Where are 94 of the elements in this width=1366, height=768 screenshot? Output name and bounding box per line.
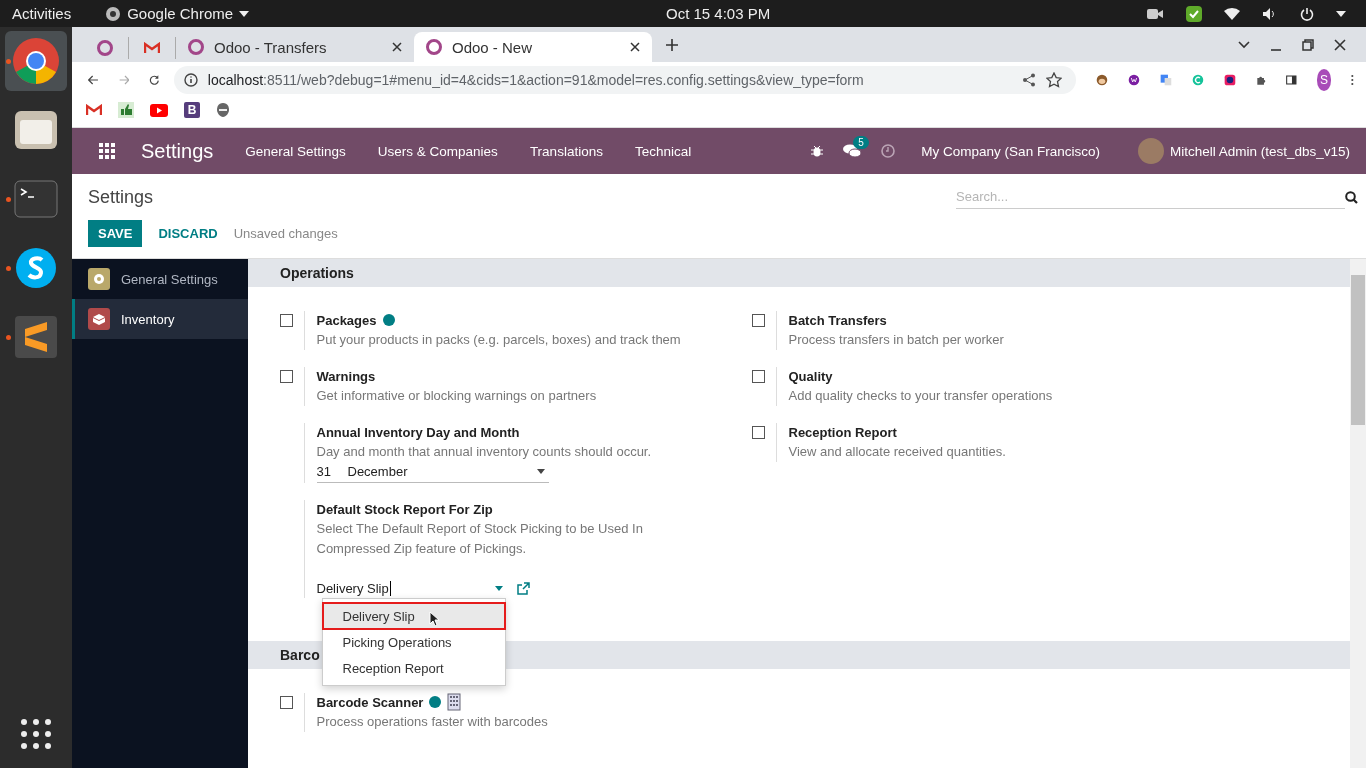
browser-tab[interactable]: Odoo - Transfers [176, 32, 414, 62]
company-switcher[interactable]: My Company (San Francisco) [905, 143, 1116, 159]
close-icon[interactable] [392, 42, 402, 52]
nav-menu-item[interactable]: Users & Companies [361, 143, 514, 159]
helmet-icon[interactable] [216, 102, 230, 118]
clock[interactable]: Oct 15 4:03 PM [666, 5, 771, 22]
dock-item[interactable] [5, 31, 67, 91]
user-menu[interactable]: Mitchell Admin (test_dbs_v15) [1163, 143, 1354, 159]
close-icon[interactable] [630, 42, 640, 52]
browser-tab[interactable]: Odoo - New [414, 32, 652, 62]
help-icon[interactable] [382, 314, 395, 326]
section-header: Operations [248, 259, 1350, 287]
setting-title: Warnings [316, 368, 376, 384]
check-icon[interactable] [1186, 5, 1202, 22]
setting-description: Process operations faster with barcodes [316, 713, 549, 731]
unsaved-status: Unsaved changes [233, 226, 338, 241]
save-button[interactable]: SAVE [88, 220, 143, 247]
setting-title: Quality [788, 368, 833, 384]
dropdown-option[interactable]: Delivery Slip [322, 603, 505, 629]
wifi-icon[interactable] [1224, 6, 1240, 21]
app-grid-icon[interactable] [20, 718, 52, 750]
scrollbar-thumb[interactable] [1351, 275, 1365, 425]
star-icon[interactable] [1045, 71, 1062, 88]
profile-avatar[interactable]: S [1316, 68, 1332, 91]
external-link-icon[interactable] [516, 582, 530, 595]
setting-description: View and allocate received quantities. [788, 443, 1007, 461]
thumbs-up-icon[interactable] [118, 102, 134, 118]
checkbox[interactable] [280, 314, 293, 327]
app-name: Google Chrome [127, 5, 234, 22]
video-play-icon[interactable] [150, 103, 168, 117]
building-icon [447, 693, 462, 711]
nav-menu-item[interactable]: Translations [513, 143, 619, 159]
page-title: Settings [88, 186, 154, 208]
search-field[interactable]: Search... [956, 185, 1345, 209]
setting-description: Get informative or blocking warnings on partners [316, 387, 598, 405]
caret-icon [494, 586, 503, 591]
activities-button[interactable]: Activities [12, 5, 72, 22]
message-count-badge: 5 [853, 136, 869, 149]
terminal-icon [14, 180, 58, 218]
clock-icon[interactable] [881, 144, 896, 158]
checkbox[interactable] [280, 370, 293, 383]
month-select[interactable]: December [347, 464, 549, 479]
caret-icon [536, 469, 545, 474]
discard-button[interactable]: DISCARD [154, 220, 222, 247]
address-bar[interactable]: localhost:8511/web?debug=1#menu_id=4&cids=1&action=91&model=res.config.settings&view_type=form [173, 65, 1076, 94]
setting-description: Process transfers in batch per worker [788, 331, 1005, 349]
nav-menu-item[interactable]: General Settings [229, 143, 362, 159]
setting-title: Packages [316, 312, 377, 328]
help-icon[interactable] [429, 696, 442, 708]
setting-title: Annual Inventory Day and Month [316, 424, 520, 440]
setting-title: Default Stock Report For Zip [316, 501, 493, 517]
setting-description: Select The Default Report of Stock Picking to be Used In Compressed Zip feature of Pickings. [316, 520, 644, 558]
checkbox[interactable] [752, 426, 765, 439]
search-icon[interactable] [1345, 190, 1358, 204]
apps-menu-icon[interactable] [99, 143, 115, 159]
chat-app-icon [14, 246, 58, 290]
camera-icon[interactable] [1146, 7, 1164, 20]
chevron-down-icon[interactable] [1238, 40, 1250, 49]
checkbox[interactable] [280, 696, 293, 709]
info-icon [183, 72, 198, 87]
checkbox[interactable] [752, 314, 765, 327]
gear-icon [88, 268, 110, 290]
new-tab-icon[interactable] [666, 38, 678, 51]
sidebar-item[interactable]: Inventory [72, 299, 248, 339]
power-icon[interactable] [1300, 6, 1314, 21]
report-select-field[interactable]: Delivery Slip [316, 579, 503, 598]
mail-icon [144, 42, 160, 54]
editor-icon [14, 315, 58, 359]
setting-description: Add quality checks to your transfer operations [788, 387, 1054, 405]
day-field[interactable]: 31 [316, 464, 348, 479]
nav-menu-item[interactable]: Technical [618, 143, 708, 159]
close-icon[interactable] [1334, 38, 1346, 51]
box-icon [88, 308, 110, 330]
checkbox[interactable] [752, 370, 765, 383]
mouse-pointer-icon [428, 611, 439, 627]
bug-icon[interactable] [811, 145, 824, 157]
setting-title: Reception Report [788, 424, 897, 440]
sidebar-item[interactable]: General Settings [72, 259, 248, 299]
share-icon[interactable] [1021, 72, 1036, 87]
app-title[interactable]: Settings [141, 139, 214, 163]
url-text: localhost:8511/web?debug=1#menu_id=4&cids=1&action=91&model=res.config.settings&view_type=form [207, 71, 864, 88]
mail-icon[interactable] [86, 104, 102, 116]
setting-title: Batch Transfers [788, 312, 887, 328]
app-menu[interactable]: Google Chrome [105, 5, 250, 22]
browser-icon [105, 5, 122, 22]
browser-icon [12, 37, 60, 85]
setting-description: Put your products in packs (e.g. parcels, boxes) and track them [316, 331, 682, 349]
setting-description: Day and month that annual inventory counts should occur. [316, 443, 653, 461]
bookmark-link[interactable]: B [184, 102, 200, 118]
restore-icon[interactable] [1302, 38, 1314, 51]
setting-title: Barcode Scanner [316, 694, 424, 710]
caret-icon[interactable] [1336, 10, 1346, 17]
folder-icon [14, 110, 58, 150]
caret-icon[interactable] [239, 10, 250, 17]
